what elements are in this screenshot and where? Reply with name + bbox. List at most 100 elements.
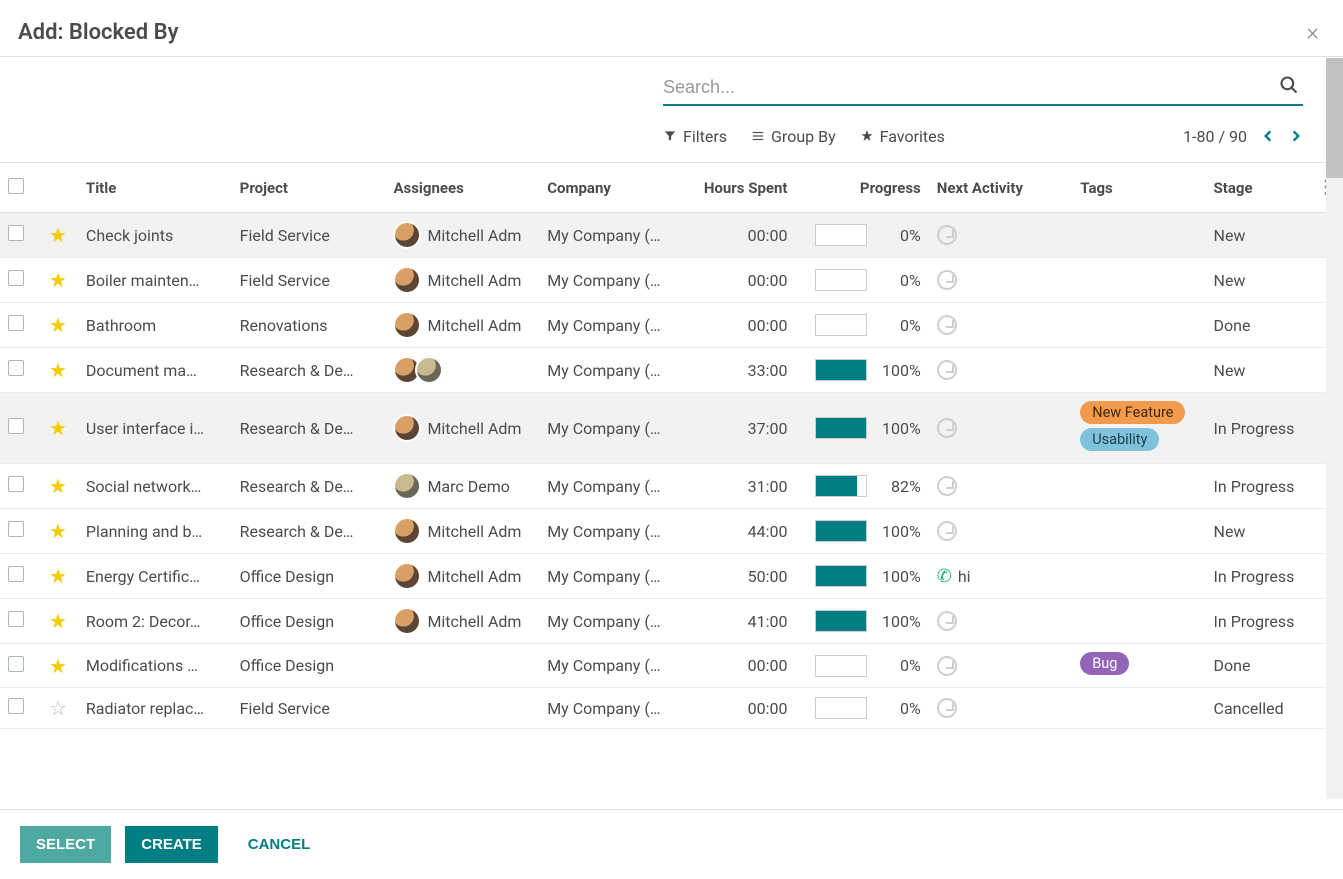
avatar[interactable]: [415, 356, 443, 384]
create-button[interactable]: CREATE: [125, 826, 218, 863]
avatar[interactable]: [393, 517, 421, 545]
favorites-button[interactable]: Favorites: [860, 127, 945, 146]
table-row[interactable]: ★Room 2: Decor…Office DesignMitchell Adm…: [0, 599, 1343, 644]
table-row[interactable]: ☆Radiator replac…Field ServiceMy Company…: [0, 688, 1343, 729]
pager-count[interactable]: 1-80 / 90: [1183, 127, 1247, 146]
cell-activity[interactable]: [929, 303, 1073, 348]
progress-bar[interactable]: [815, 655, 867, 677]
favorite-star-icon[interactable]: ★: [49, 358, 67, 382]
tag[interactable]: Usability: [1080, 428, 1159, 451]
groupby-button[interactable]: Group By: [751, 127, 836, 146]
progress-bar[interactable]: [815, 417, 867, 439]
select-all-checkbox[interactable]: [8, 178, 24, 194]
avatar[interactable]: [393, 414, 421, 442]
cell-progress: 100%: [795, 554, 928, 599]
avatar[interactable]: [393, 562, 421, 590]
favorite-star-icon[interactable]: ★: [49, 223, 67, 247]
favorite-star-icon[interactable]: ★: [49, 268, 67, 292]
search-icon[interactable]: [1275, 75, 1303, 100]
table-row[interactable]: ★Modifications …Office DesignMy Company …: [0, 644, 1343, 688]
row-checkbox[interactable]: [8, 270, 24, 286]
avatar[interactable]: [393, 311, 421, 339]
favorite-star-icon[interactable]: ★: [49, 313, 67, 337]
cell-activity[interactable]: [929, 213, 1073, 258]
scrollbar-track[interactable]: [1326, 58, 1343, 799]
cell-company: My Company (…: [539, 509, 683, 554]
favorite-star-icon[interactable]: ★: [49, 519, 67, 543]
cell-activity[interactable]: ✆hi: [929, 554, 1073, 599]
cell-title: Document ma…: [78, 348, 232, 393]
table-row[interactable]: ★Boiler mainten…Field ServiceMitchell Ad…: [0, 258, 1343, 303]
table-row[interactable]: ★Energy Certific…Office DesignMitchell A…: [0, 554, 1343, 599]
cell-company: My Company (…: [539, 348, 683, 393]
avatar[interactable]: [393, 221, 421, 249]
progress-bar[interactable]: [815, 610, 867, 632]
progress-bar[interactable]: [815, 269, 867, 291]
table-row[interactable]: ★Social network…Research & De…Marc DemoM…: [0, 464, 1343, 509]
cell-activity[interactable]: [929, 393, 1073, 464]
row-checkbox[interactable]: [8, 698, 24, 714]
progress-bar[interactable]: [815, 520, 867, 542]
pager-prev-icon[interactable]: [1261, 124, 1275, 148]
col-title[interactable]: Title: [78, 163, 232, 213]
table-row[interactable]: ★Document ma…Research & De…My Company (……: [0, 348, 1343, 393]
cell-hours: 41:00: [683, 599, 796, 644]
avatar[interactable]: [393, 266, 421, 294]
favorite-star-icon[interactable]: ★: [49, 474, 67, 498]
cell-stage: Done: [1206, 303, 1309, 348]
favorite-star-icon[interactable]: ★: [49, 416, 67, 440]
cell-activity[interactable]: [929, 509, 1073, 554]
close-icon[interactable]: ×: [1306, 18, 1325, 46]
favorite-star-icon[interactable]: ★: [49, 609, 67, 633]
avatar[interactable]: [393, 607, 421, 635]
table-row[interactable]: ★Check jointsField ServiceMitchell AdmMy…: [0, 213, 1343, 258]
pager-next-icon[interactable]: [1289, 124, 1303, 148]
row-checkbox[interactable]: [8, 360, 24, 376]
favorite-star-icon[interactable]: ☆: [49, 696, 67, 720]
col-hours[interactable]: Hours Spent: [683, 163, 796, 213]
cell-activity[interactable]: [929, 258, 1073, 303]
col-activity[interactable]: Next Activity: [929, 163, 1073, 213]
table-row[interactable]: ★Planning and b…Research & De…Mitchell A…: [0, 509, 1343, 554]
col-assignees[interactable]: Assignees: [385, 163, 539, 213]
row-checkbox[interactable]: [8, 315, 24, 331]
col-stage[interactable]: Stage: [1206, 163, 1309, 213]
row-checkbox[interactable]: [8, 225, 24, 241]
col-progress[interactable]: Progress: [795, 163, 928, 213]
cell-activity[interactable]: [929, 464, 1073, 509]
tag[interactable]: New Feature: [1080, 401, 1185, 424]
row-checkbox[interactable]: [8, 656, 24, 672]
cell-hours: 37:00: [683, 393, 796, 464]
filters-button[interactable]: Filters: [663, 127, 727, 146]
progress-bar[interactable]: [815, 224, 867, 246]
favorite-star-icon[interactable]: ★: [49, 654, 67, 678]
row-checkbox[interactable]: [8, 418, 24, 434]
progress-bar[interactable]: [815, 697, 867, 719]
tag[interactable]: Bug: [1080, 652, 1129, 675]
table-row[interactable]: ★User interface i…Research & De…Mitchell…: [0, 393, 1343, 464]
table-row[interactable]: ★BathroomRenovationsMitchell AdmMy Compa…: [0, 303, 1343, 348]
scrollbar-thumb[interactable]: [1326, 58, 1343, 178]
cancel-button[interactable]: CANCEL: [232, 826, 327, 863]
avatar[interactable]: [393, 472, 421, 500]
row-checkbox[interactable]: [8, 521, 24, 537]
cell-activity[interactable]: [929, 688, 1073, 729]
progress-bar[interactable]: [815, 475, 867, 497]
progress-bar[interactable]: [815, 359, 867, 381]
list-icon: [751, 129, 765, 143]
row-checkbox[interactable]: [8, 566, 24, 582]
favorite-star-icon[interactable]: ★: [49, 564, 67, 588]
col-tags[interactable]: Tags: [1072, 163, 1205, 213]
col-company[interactable]: Company: [539, 163, 683, 213]
progress-bar[interactable]: [815, 314, 867, 336]
cell-activity[interactable]: [929, 348, 1073, 393]
select-button[interactable]: SELECT: [20, 826, 111, 863]
cell-activity[interactable]: [929, 644, 1073, 688]
progress-bar[interactable]: [815, 565, 867, 587]
row-checkbox[interactable]: [8, 611, 24, 627]
cell-hours: 00:00: [683, 213, 796, 258]
cell-activity[interactable]: [929, 599, 1073, 644]
search-input[interactable]: [663, 77, 1275, 98]
col-project[interactable]: Project: [232, 163, 386, 213]
row-checkbox[interactable]: [8, 476, 24, 492]
